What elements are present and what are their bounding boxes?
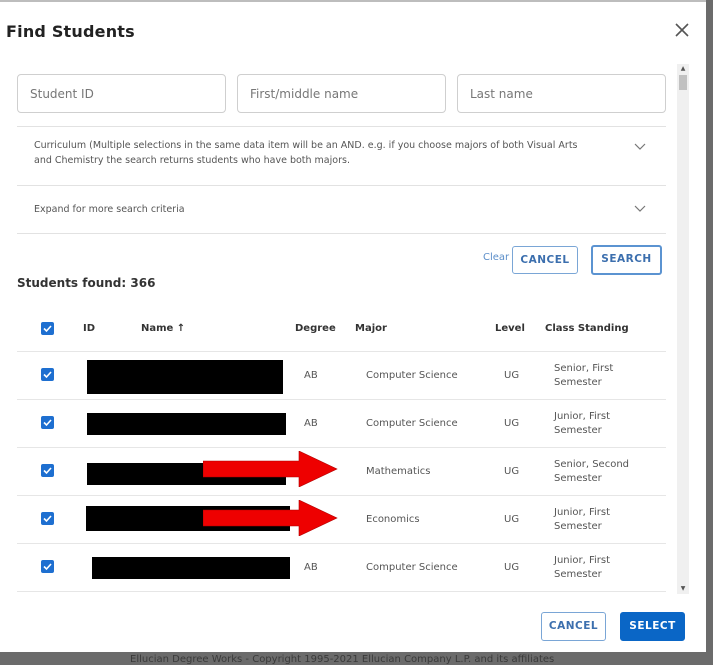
background-footer-text: Ellucian Degree Works - Copyright 1995-2… xyxy=(130,654,555,665)
close-icon xyxy=(675,18,689,42)
standing-line1: Senior, Second xyxy=(554,459,630,470)
level-cell: UG xyxy=(504,514,520,525)
select-button[interactable]: SELECT xyxy=(620,612,685,641)
search-button[interactable]: SEARCH xyxy=(591,245,662,275)
degree-cell: AB xyxy=(304,370,318,381)
major-cell: Computer Science xyxy=(366,370,458,381)
curriculum-label-line1: Curriculum (Multiple selections in the s… xyxy=(34,140,578,151)
row-checkbox[interactable] xyxy=(41,512,54,525)
curriculum-accordion[interactable]: Curriculum (Multiple selections in the s… xyxy=(17,127,666,185)
table-row[interactable]: AB Computer Science UG Senior, First Sem… xyxy=(17,352,666,399)
row-checkbox[interactable] xyxy=(41,416,54,429)
scroll-up-arrow-icon[interactable]: ▲ xyxy=(677,64,689,74)
redacted-id-name xyxy=(87,360,283,394)
redacted-id-name xyxy=(92,557,290,579)
standing-line1: Senior, First xyxy=(554,363,614,374)
last-name-input[interactable] xyxy=(457,74,666,113)
students-found-count: Students found: 366 xyxy=(17,276,156,290)
standing-line1: Junior, First xyxy=(554,555,611,566)
table-row[interactable]: Economics UG Junior, First Semester xyxy=(17,496,666,543)
standing-line1: Junior, First xyxy=(554,507,611,518)
table-row[interactable]: AB Computer Science UG Junior, First Sem… xyxy=(17,400,666,447)
more-criteria-accordion[interactable]: Expand for more search criteria xyxy=(17,186,666,233)
select-all-checkbox[interactable] xyxy=(41,322,54,335)
degree-cell: AB xyxy=(304,418,318,429)
dialog-scrollbar[interactable]: ▲ ▼ xyxy=(677,64,689,594)
footer-cancel-button[interactable]: CANCEL xyxy=(541,612,606,641)
standing-line2: Semester xyxy=(554,521,602,532)
red-arrow-annotation xyxy=(203,451,338,487)
standing-line2: Semester xyxy=(554,473,602,484)
divider xyxy=(17,233,666,234)
chevron-down-icon xyxy=(634,143,648,157)
row-checkbox[interactable] xyxy=(41,560,54,573)
red-arrow-annotation xyxy=(203,500,338,536)
column-header-major[interactable]: Major xyxy=(355,323,387,334)
curriculum-label-line2: and Chemistry the search returns student… xyxy=(34,155,350,166)
major-cell: Computer Science xyxy=(366,562,458,573)
major-cell: Mathematics xyxy=(366,466,431,477)
clear-link[interactable]: Clear xyxy=(483,252,509,263)
class-standing-cell: Junior, First Semester xyxy=(554,410,610,438)
chevron-down-icon xyxy=(634,205,648,219)
scroll-down-arrow-icon[interactable]: ▼ xyxy=(677,584,689,594)
dialog-scroll-area: Curriculum (Multiple selections in the s… xyxy=(0,64,692,594)
find-students-dialog: Find Students Curriculum (Multiple selec… xyxy=(0,0,706,652)
scrollbar-thumb[interactable] xyxy=(679,75,687,90)
standing-line2: Semester xyxy=(554,569,602,580)
column-header-class-standing[interactable]: Class Standing xyxy=(545,323,629,334)
redacted-id-name xyxy=(87,413,286,435)
close-button[interactable] xyxy=(672,20,692,40)
column-header-level[interactable]: Level xyxy=(495,323,525,334)
table-row[interactable]: Mathematics UG Senior, Second Semester xyxy=(17,448,666,495)
column-header-id[interactable]: ID xyxy=(83,323,95,334)
table-header: ID Name ↑ Degree Major Level Class Stand… xyxy=(17,310,666,351)
level-cell: UG xyxy=(504,370,520,381)
class-standing-cell: Senior, Second Semester xyxy=(554,458,629,486)
major-cell: Computer Science xyxy=(366,418,458,429)
standing-line2: Semester xyxy=(554,425,602,436)
search-cancel-button[interactable]: CANCEL xyxy=(512,246,578,274)
class-standing-cell: Junior, First Semester xyxy=(554,554,610,582)
column-header-degree[interactable]: Degree xyxy=(295,323,336,334)
first-middle-name-input[interactable] xyxy=(237,74,446,113)
row-checkbox[interactable] xyxy=(41,368,54,381)
major-cell: Economics xyxy=(366,514,420,525)
row-checkbox[interactable] xyxy=(41,464,54,477)
degree-cell: AB xyxy=(304,562,318,573)
level-cell: UG xyxy=(504,418,520,429)
dialog-title: Find Students xyxy=(6,22,135,41)
class-standing-cell: Senior, First Semester xyxy=(554,362,613,390)
more-criteria-label: Expand for more search criteria xyxy=(34,204,185,215)
level-cell: UG xyxy=(504,466,520,477)
curriculum-accordion-label: Curriculum (Multiple selections in the s… xyxy=(34,138,578,168)
row-divider xyxy=(17,591,666,592)
student-id-input[interactable] xyxy=(17,74,226,113)
level-cell: UG xyxy=(504,562,520,573)
class-standing-cell: Junior, First Semester xyxy=(554,506,610,534)
column-header-name[interactable]: Name ↑ xyxy=(141,323,185,334)
table-row[interactable]: AB Computer Science UG Junior, First Sem… xyxy=(17,544,666,591)
standing-line2: Semester xyxy=(554,377,602,388)
standing-line1: Junior, First xyxy=(554,411,611,422)
